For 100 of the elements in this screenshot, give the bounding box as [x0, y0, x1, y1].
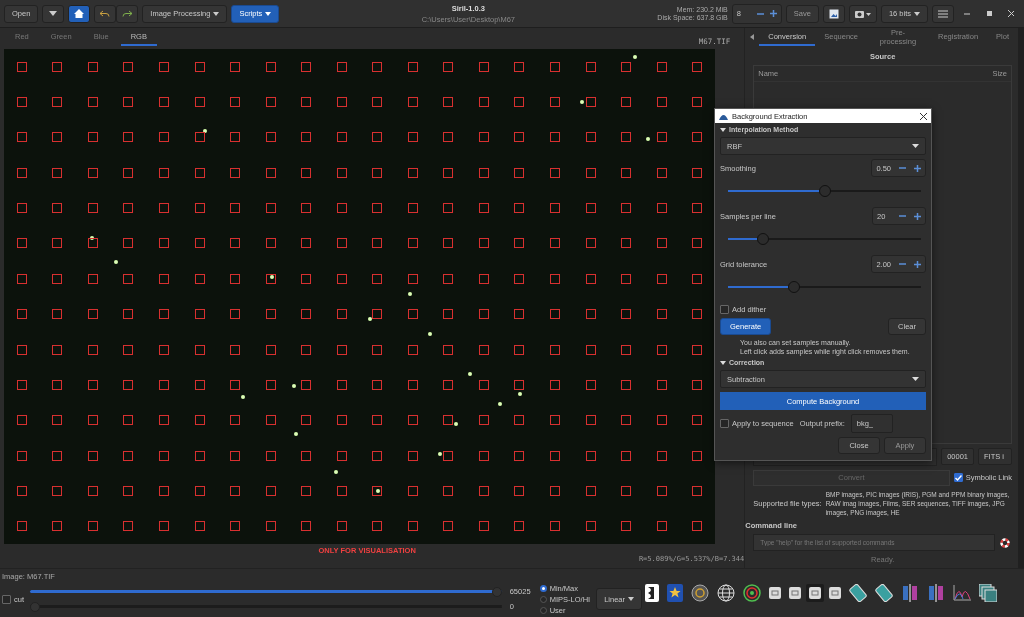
tool-button[interactable] — [688, 581, 712, 605]
checkbox[interactable] — [720, 305, 729, 314]
chevron-icon — [750, 33, 755, 40]
sample-marker — [550, 309, 560, 320]
sample-marker — [443, 379, 454, 390]
tool-button[interactable] — [976, 581, 1000, 605]
minus-icon — [899, 263, 906, 265]
snapshot-button[interactable] — [822, 4, 845, 23]
sample-marker — [336, 132, 347, 143]
sample-marker — [87, 309, 98, 320]
sample-marker — [585, 309, 596, 320]
tool-button[interactable] — [786, 584, 804, 602]
sample-marker — [123, 132, 134, 143]
tool-button[interactable] — [806, 584, 824, 602]
sample-marker — [230, 203, 241, 214]
sample-marker — [87, 344, 98, 355]
frame-icon — [829, 587, 841, 599]
checkbox[interactable] — [720, 419, 729, 428]
sample-marker — [301, 450, 312, 461]
rotate-image-icon — [875, 584, 893, 602]
sample-marker — [443, 97, 454, 107]
camera-menu-button[interactable] — [848, 4, 877, 23]
sample-marker — [230, 309, 241, 320]
sample-marker — [550, 379, 560, 390]
redo-button[interactable] — [116, 4, 139, 23]
target-icon — [743, 584, 761, 602]
radio-button[interactable] — [539, 606, 547, 614]
sample-marker — [158, 167, 169, 178]
frame-icon — [769, 587, 781, 599]
sample-marker — [443, 132, 454, 143]
tool-button[interactable] — [642, 581, 662, 605]
sample-marker — [550, 132, 560, 143]
sample-marker — [52, 238, 63, 249]
sample-marker — [550, 167, 560, 178]
sample-marker — [656, 379, 667, 390]
sample-marker — [656, 309, 667, 320]
sample-marker — [158, 415, 169, 426]
sample-marker — [301, 415, 312, 426]
sample-marker — [514, 415, 525, 426]
home-button[interactable] — [68, 4, 91, 23]
sample-marker — [194, 97, 205, 107]
sample-marker — [692, 273, 703, 284]
checkbox[interactable] — [2, 594, 11, 604]
close-icon — [1008, 10, 1014, 17]
sample-marker — [656, 521, 667, 532]
sample-marker — [585, 167, 596, 178]
close-button[interactable] — [920, 112, 927, 120]
sample-marker — [52, 61, 63, 72]
sample-marker — [265, 203, 276, 214]
sample-marker — [230, 415, 241, 426]
tool-button[interactable] — [714, 581, 738, 605]
sample-marker — [301, 521, 312, 532]
sample-marker — [194, 521, 205, 532]
help-button[interactable] — [998, 535, 1012, 550]
sample-marker — [372, 485, 383, 496]
sample-marker — [585, 450, 596, 461]
radio-button[interactable] — [539, 595, 547, 603]
sample-marker — [301, 238, 312, 249]
sample-marker — [52, 273, 63, 284]
checkbox[interactable] — [953, 473, 963, 483]
sample-marker — [550, 344, 560, 355]
sample-marker — [87, 415, 98, 426]
sample-marker — [585, 61, 596, 72]
undo-button[interactable] — [94, 4, 117, 23]
sample-marker — [478, 309, 489, 320]
sample-marker — [621, 521, 632, 532]
sample-marker — [52, 379, 63, 390]
sample-marker — [265, 485, 276, 496]
open-menu-button[interactable] — [42, 4, 65, 23]
caret-icon — [914, 11, 920, 16]
sample-marker — [265, 132, 276, 143]
sample-marker — [372, 132, 383, 143]
sample-marker — [230, 450, 241, 461]
sample-marker — [514, 167, 525, 178]
sample-marker — [158, 132, 169, 143]
close-icon — [920, 112, 927, 120]
sample-marker — [443, 238, 454, 249]
plus-icon — [914, 164, 921, 172]
sample-marker — [550, 450, 560, 461]
sample-marker — [123, 203, 134, 214]
sample-marker — [478, 203, 489, 214]
sample-marker — [621, 485, 632, 496]
sample-marker — [478, 132, 489, 143]
sample-marker — [372, 379, 383, 390]
sample-marker — [123, 379, 134, 390]
tool-button[interactable] — [826, 584, 844, 602]
sample-marker — [194, 379, 205, 390]
menu-button[interactable] — [932, 4, 954, 23]
sample-marker — [16, 273, 27, 284]
radio-button[interactable] — [539, 584, 547, 592]
tool-button[interactable] — [664, 581, 686, 605]
tool-button[interactable] — [766, 584, 784, 602]
sample-marker — [407, 379, 418, 390]
tool-button[interactable] — [740, 581, 764, 605]
sample-marker — [265, 238, 276, 249]
sample-marker — [336, 450, 347, 461]
sample-marker — [336, 309, 347, 320]
sample-marker — [692, 309, 703, 320]
sample-marker — [336, 379, 347, 390]
sample-marker — [301, 61, 312, 72]
